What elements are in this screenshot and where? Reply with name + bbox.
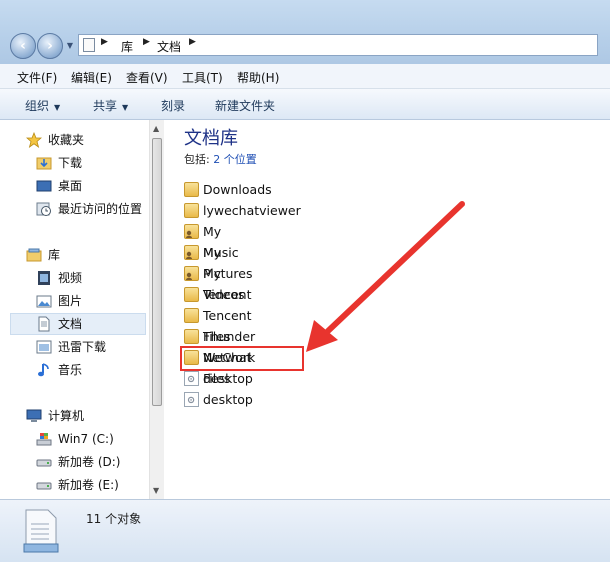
library-folder-icon (36, 340, 52, 354)
breadcrumb-separator-icon[interactable]: ▶ (101, 37, 108, 47)
history-dropdown-icon[interactable]: ▼ (64, 38, 76, 54)
settings-file-icon (184, 371, 199, 386)
library-icon (26, 248, 42, 262)
nav-drive-e-label: 新加卷 (E:) (58, 478, 119, 492)
menu-view[interactable]: 查看(V) (126, 69, 168, 86)
navigation-pane: 收藏夹 下载 桌面 最近访问的位置 库 视频 图片 文档 迅雷下载 音乐 计算机 (0, 120, 163, 499)
nav-computer-label: 计算机 (48, 409, 85, 423)
library-includes: 包括: 2 个位置 (184, 151, 257, 167)
document-library-icon (83, 38, 95, 52)
new-folder-button[interactable]: 新建文件夹 (215, 97, 275, 114)
nav-music-label: 音乐 (58, 363, 83, 377)
nav-videos-label: 视频 (58, 271, 83, 285)
menu-help[interactable]: 帮助(H) (237, 69, 279, 86)
menu-file[interactable]: 文件(F) (17, 69, 57, 86)
scroll-down-icon[interactable]: ▼ (153, 486, 159, 495)
scrollbar-thumb[interactable] (152, 138, 162, 406)
system-drive-icon (36, 433, 52, 446)
settings-file-icon (184, 392, 199, 407)
content-pane: 文档库 包括: 2 个位置 Downloads lywechatviewer My … (164, 120, 610, 499)
command-bar: 组织 ▼ 共享 ▼ 刻录 新建文件夹 (0, 89, 610, 120)
share-label: 共享 (93, 99, 118, 113)
share-button[interactable]: 共享 ▼ (93, 97, 128, 114)
menu-edit[interactable]: 编辑(E) (71, 69, 112, 86)
address-area: ‹ › ▼ ▶ 库 ▶ 文档 ▶ (0, 0, 610, 64)
computer-icon (26, 409, 42, 422)
nav-drive-d-label: 新加卷 (D:) (58, 455, 121, 469)
folder-icon (184, 308, 199, 323)
document-icon (38, 316, 50, 332)
breadcrumb-separator-icon[interactable]: ▶ (189, 37, 196, 47)
address-bar[interactable]: ▶ 库 ▶ 文档 ▶ (78, 34, 598, 56)
menu-bar: 文件(F) 编辑(E) 查看(V) 工具(T) 帮助(H) (0, 64, 610, 89)
caret-down-icon: ▼ (122, 103, 129, 112)
video-icon (38, 271, 50, 285)
highlight-box (180, 346, 304, 371)
forward-button[interactable]: › (37, 33, 63, 59)
back-button[interactable]: ‹ (10, 33, 36, 59)
file-name: desktop (203, 392, 253, 407)
desktop-icon (36, 180, 52, 192)
file-name: lywechatviewer (203, 203, 301, 218)
folder-shortcut-icon (184, 266, 199, 281)
caret-down-icon: ▼ (54, 103, 61, 112)
breadcrumb-library[interactable]: 库 (121, 38, 133, 55)
organize-label: 组织 (25, 99, 50, 113)
recent-places-icon (36, 202, 51, 216)
includes-prefix: 包括: (184, 153, 210, 166)
drive-icon (36, 459, 52, 467)
library-title: 文档库 (184, 128, 238, 149)
documents-library-icon (23, 509, 59, 553)
includes-locations-link[interactable]: 2 个位置 (213, 153, 257, 166)
folder-shortcut-icon (184, 224, 199, 239)
menu-tools[interactable]: 工具(T) (182, 69, 223, 86)
nav-documents-label: 文档 (58, 317, 83, 331)
file-name: Tencent (203, 287, 252, 302)
star-icon (26, 132, 42, 148)
scroll-up-icon[interactable]: ▲ (153, 124, 159, 133)
nav-drive-c-label: Win7 (C:) (58, 432, 114, 446)
nav-libraries-label: 库 (48, 248, 61, 262)
nav-pictures-label: 图片 (58, 294, 83, 308)
item-count: 11 个对象 (86, 512, 142, 526)
nav-desktop-label: 桌面 (58, 179, 83, 193)
folder-icon (184, 182, 199, 197)
file-name: Downloads (203, 182, 272, 197)
status-bar: 11 个对象 (0, 499, 610, 562)
nav-favorites-label: 收藏夹 (48, 133, 85, 147)
nav-scrollbar[interactable]: ▲ ▼ (149, 120, 164, 499)
nav-downloads-label: 下载 (58, 156, 83, 170)
picture-icon (36, 295, 52, 308)
folder-icon (184, 287, 199, 302)
drive-icon (36, 482, 52, 490)
nav-thunder-label: 迅雷下载 (58, 340, 107, 354)
burn-button[interactable]: 刻录 (161, 97, 185, 114)
breadcrumb-documents[interactable]: 文档 (157, 38, 181, 55)
nav-recent-label: 最近访问的位置 (58, 202, 143, 216)
folder-shortcut-icon (184, 245, 199, 260)
folder-icon (184, 329, 199, 344)
organize-button[interactable]: 组织 ▼ (25, 97, 60, 114)
breadcrumb-separator-icon[interactable]: ▶ (143, 37, 150, 47)
file-name: desktop (203, 371, 253, 386)
folder-icon (184, 203, 199, 218)
music-icon (38, 363, 49, 377)
download-folder-icon (36, 157, 52, 170)
